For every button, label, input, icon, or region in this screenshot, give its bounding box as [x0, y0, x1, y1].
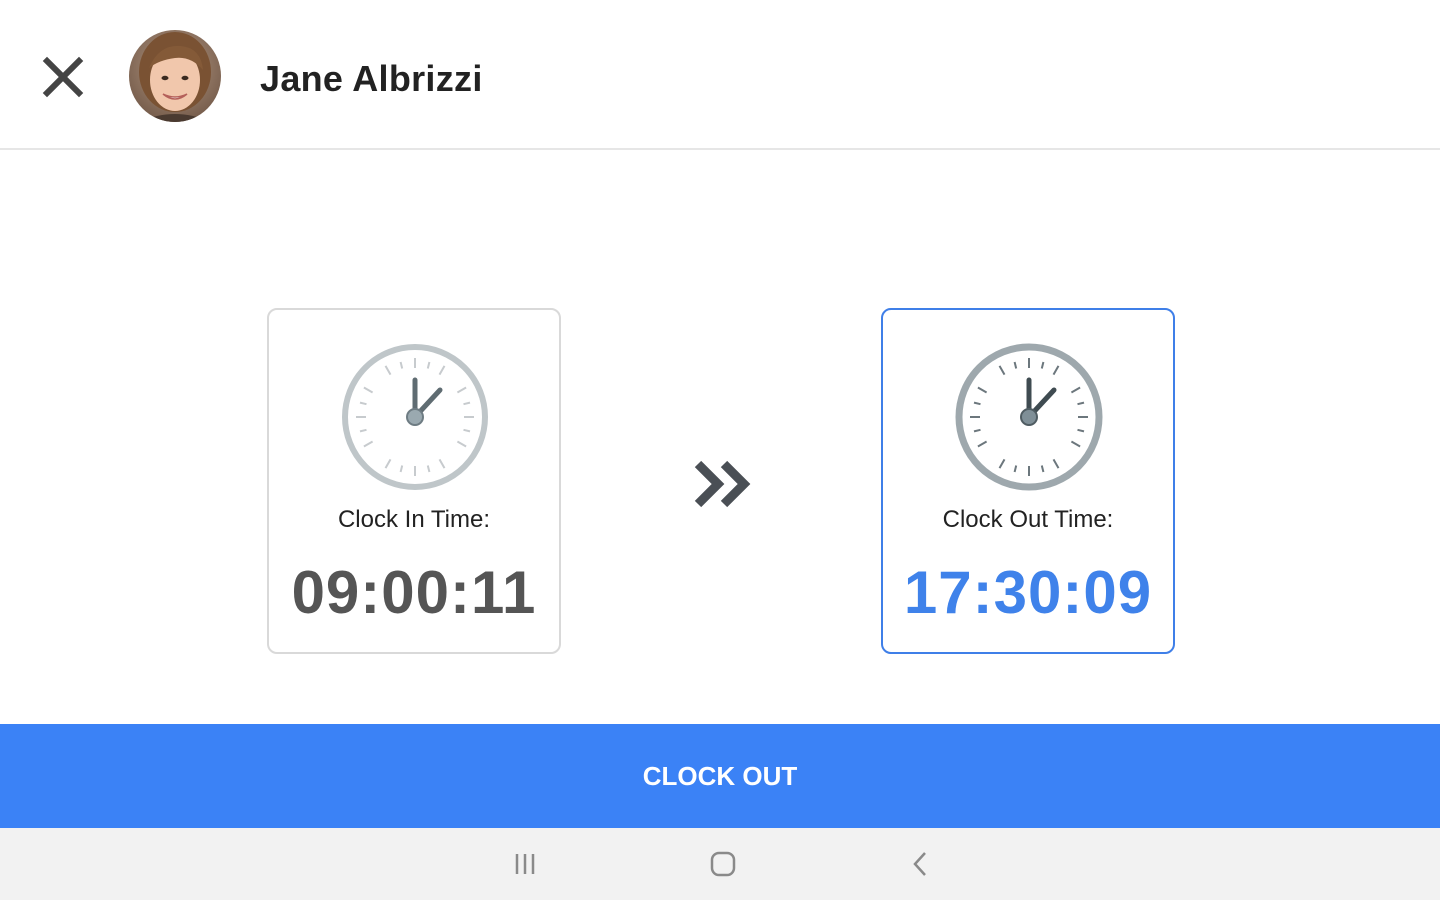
clock-icon	[955, 343, 1103, 491]
clock-out-button[interactable]: CLOCK OUT	[0, 724, 1440, 828]
clock-out-time: 17:30:09	[903, 559, 1153, 626]
recents-icon	[515, 854, 535, 874]
back-icon	[913, 852, 926, 876]
clock-in-label: Clock In Time:	[337, 506, 491, 533]
clock-out-screen: Jane Albrizzi Clock In Time: 09:00:11 Cl…	[0, 0, 1440, 900]
avatar	[129, 30, 221, 122]
clock-in-card[interactable]: Clock In Time: 09:00:11	[267, 308, 561, 654]
user-name: Jane Albrizzi	[260, 58, 483, 99]
home-icon	[710, 851, 736, 877]
clock-in-time: 09:00:11	[291, 559, 537, 626]
clock-out-label: Clock Out Time:	[942, 506, 1114, 533]
back-button[interactable]	[899, 842, 943, 886]
clock-out-card[interactable]: Clock Out Time: 17:30:09	[881, 308, 1175, 654]
double-chevron-right-icon	[694, 460, 751, 508]
close-icon	[42, 56, 84, 98]
clock-icon	[342, 344, 488, 490]
close-button[interactable]	[36, 50, 90, 104]
recents-button[interactable]	[503, 842, 547, 886]
home-button[interactable]	[701, 842, 745, 886]
navigation-bar	[0, 828, 1440, 900]
header: Jane Albrizzi	[0, 0, 1440, 150]
